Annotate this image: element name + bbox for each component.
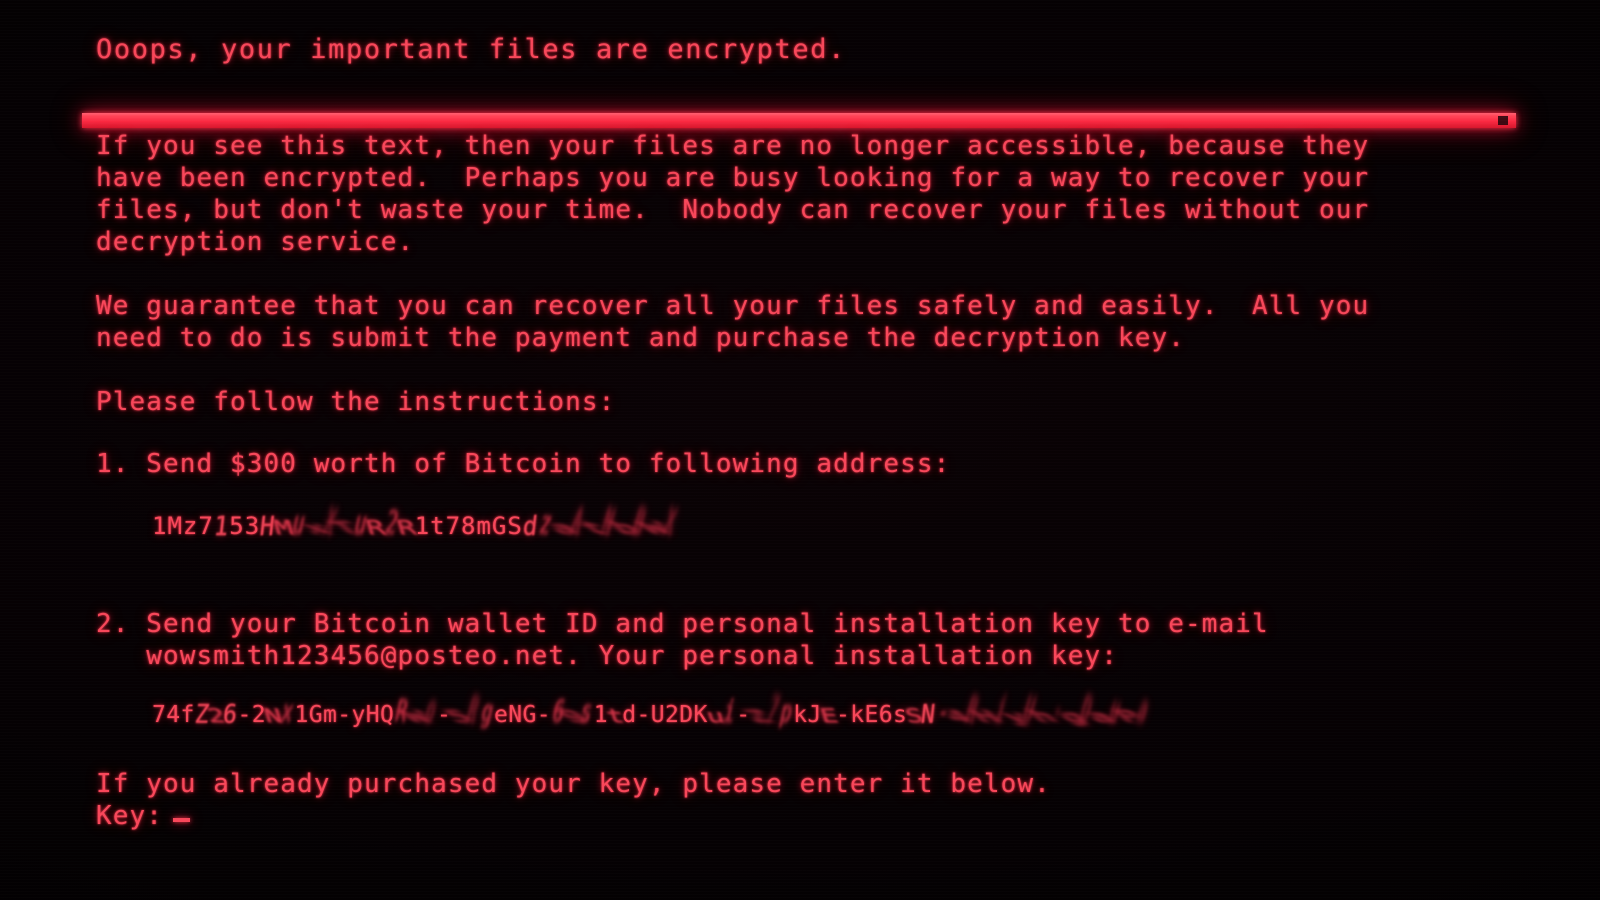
closing-prompt: If you already purchased your key, pleas… — [96, 769, 1051, 799]
intro-line-2: have been encrypted. Perhaps you are bus… — [96, 163, 1370, 193]
key-label: Key: — [96, 801, 164, 831]
closing-block: If you already purchased your key, pleas… — [96, 768, 1051, 832]
installation-key: 74fZ26-2Nx1Gm-yHQRWo-5RgeNG-69s1td-U2DKu… — [152, 690, 1153, 731]
divider-bar — [82, 113, 1516, 128]
instructions-heading: Please follow the instructions: — [96, 386, 615, 418]
bitcoin-address: 1Mz7153HMuxXTuR2R1t78mGSdzaAtNbBWX — [152, 499, 681, 544]
divider — [82, 110, 1516, 132]
intro-line-3: files, but don't waste your time. Nobody… — [96, 195, 1370, 225]
guarantee-line-1: We guarantee that you can recover all yo… — [96, 291, 1370, 321]
intro-line-1: If you see this text, then your files ar… — [96, 131, 1370, 161]
step-2-line-2: wowsmith123456@posteo.net. Your personal… — [96, 641, 1118, 671]
intro-line-4: decryption service. — [96, 227, 415, 257]
guarantee-paragraph: We guarantee that you can recover all yo… — [96, 290, 1369, 354]
step-2: 2. Send your Bitcoin wallet ID and perso… — [96, 608, 1269, 672]
divider-notch-icon — [1498, 116, 1508, 125]
key-entry-row[interactable]: Key: — [96, 800, 1051, 832]
ransom-note: Ooops, your important files are encrypte… — [82, 0, 1556, 900]
instructions-heading-text: Please follow the instructions: — [96, 387, 616, 417]
page-title: Ooops, your important files are encrypte… — [96, 34, 846, 65]
step-2-line-1: 2. Send your Bitcoin wallet ID and perso… — [96, 609, 1269, 639]
step-1: 1. Send $300 worth of Bitcoin to followi… — [96, 448, 950, 480]
intro-paragraph: If you see this text, then your files ar… — [96, 130, 1369, 258]
guarantee-line-2: need to do is submit the payment and pur… — [96, 323, 1185, 353]
text-cursor-icon — [173, 818, 191, 822]
step-1-line: 1. Send $300 worth of Bitcoin to followi… — [96, 449, 951, 479]
